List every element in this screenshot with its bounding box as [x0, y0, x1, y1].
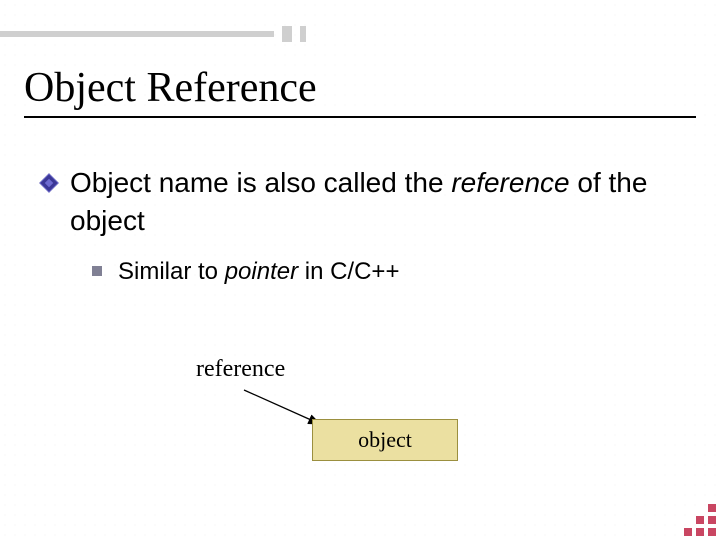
- title-underline: [24, 116, 696, 118]
- top-decorative-bar: [0, 26, 720, 42]
- bullet-level2: Similar to pointer in C/C++: [118, 258, 399, 286]
- sub1-em: pointer: [225, 258, 298, 285]
- corner-decoration-icon: [672, 492, 716, 536]
- diagram-object-box: object: [312, 419, 458, 461]
- diagram-object-label: object: [358, 427, 412, 453]
- diamond-bullet-icon: [39, 173, 59, 193]
- bullet1-pre: Object name is also called the: [70, 167, 451, 198]
- bullet1-em: reference: [451, 167, 569, 198]
- square-bullet-icon: [92, 266, 102, 276]
- bullet-level1: Object name is also called the reference…: [70, 164, 684, 240]
- sub1-pre: Similar to: [118, 258, 225, 285]
- diagram-reference-label: reference: [196, 356, 285, 383]
- slide-title: Object Reference: [24, 64, 317, 112]
- sub1-post: in C/C++: [298, 258, 399, 285]
